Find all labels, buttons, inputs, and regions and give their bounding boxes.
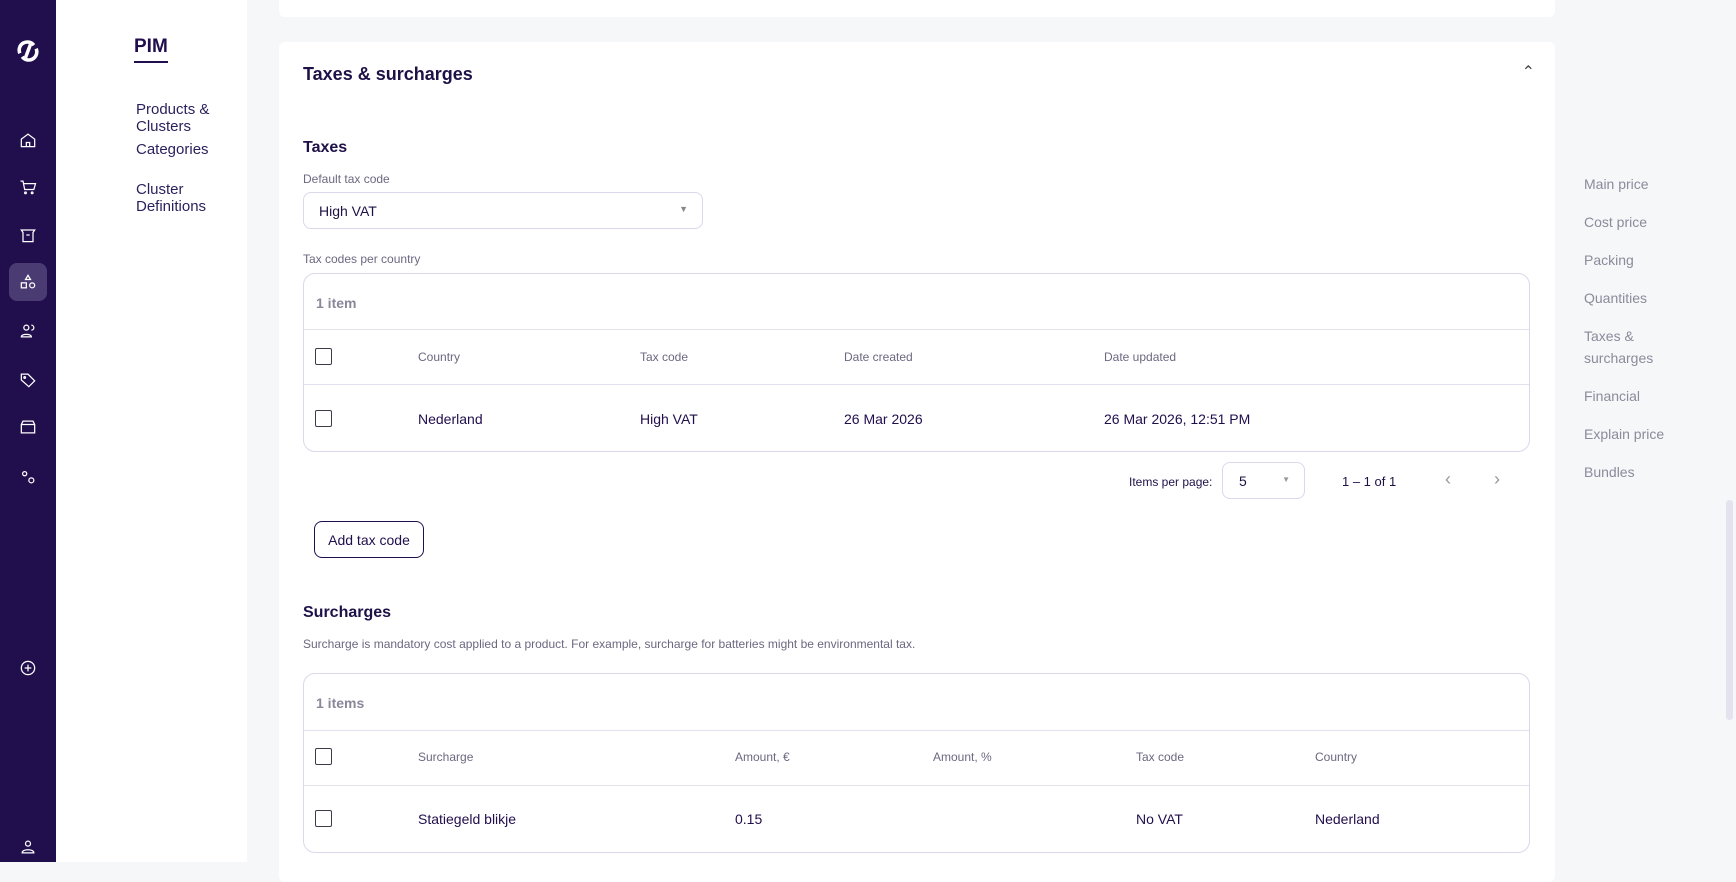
- box-icon[interactable]: [9, 216, 47, 254]
- cell-country: Nederland: [1315, 811, 1380, 827]
- items-per-page-label: Items per page:: [1129, 475, 1213, 489]
- default-tax-code-label: Default tax code: [303, 172, 390, 186]
- subnav-title: PIM: [134, 36, 168, 63]
- scrollbar[interactable]: [1726, 500, 1733, 720]
- nav-explain-price[interactable]: Explain price: [1584, 426, 1664, 442]
- tax-codes-count: 1 item: [316, 295, 357, 311]
- store-icon[interactable]: [9, 408, 47, 446]
- surcharges-count: 1 items: [316, 695, 365, 711]
- cell-amount-eur: 0.15: [735, 811, 763, 827]
- section-title: Taxes & surcharges: [303, 64, 473, 84]
- tax-codes-table: 1 item Country Tax code Date created Dat…: [303, 273, 1530, 452]
- default-tax-code-select[interactable]: High VAT ▼: [303, 192, 703, 229]
- column-header-tax-code[interactable]: Tax code: [640, 350, 688, 364]
- row-checkbox[interactable]: [315, 810, 332, 827]
- tag-icon[interactable]: [9, 361, 47, 399]
- column-header-tax-code[interactable]: Tax code: [1136, 750, 1184, 764]
- column-header-date-updated[interactable]: Date updated: [1104, 350, 1176, 364]
- column-header-surcharge[interactable]: Surcharge: [418, 750, 473, 764]
- nav-taxes-surcharges[interactable]: Taxes &: [1584, 328, 1634, 344]
- items-per-page-select[interactable]: 5 ▼: [1222, 462, 1305, 499]
- nav-cost-price[interactable]: Cost price: [1584, 214, 1647, 230]
- cell-surcharge: Statiegeld blikje: [418, 811, 517, 827]
- cell-date-updated: 26 Mar 2026, 12:51 PM: [1104, 411, 1251, 427]
- collapse-chevron-icon[interactable]: ⌃: [1522, 62, 1535, 82]
- settings-icon[interactable]: [9, 458, 47, 496]
- select-all-checkbox[interactable]: [315, 348, 332, 365]
- column-header-country[interactable]: Country: [418, 350, 460, 364]
- logo-icon[interactable]: [9, 32, 47, 70]
- taxes-heading: Taxes: [303, 139, 348, 156]
- subnav-item-categories[interactable]: Categories: [136, 141, 209, 158]
- select-all-checkbox[interactable]: [315, 748, 332, 765]
- main-rail: [0, 0, 56, 862]
- next-page-icon[interactable]: ›: [1494, 469, 1500, 490]
- tax-codes-per-country-label: Tax codes per country: [303, 252, 421, 266]
- nav-financial[interactable]: Financial: [1584, 388, 1640, 404]
- subnav-item-cluster-definitions[interactable]: Cluster Definitions: [136, 181, 247, 215]
- shapes-icon[interactable]: [9, 263, 47, 301]
- column-header-date-created[interactable]: Date created: [844, 350, 913, 364]
- previous-page-icon[interactable]: ‹: [1445, 469, 1451, 490]
- nav-main-price[interactable]: Main price: [1584, 176, 1649, 192]
- column-header-amount-eur[interactable]: Amount, €: [735, 750, 790, 764]
- cell-country: Nederland: [418, 411, 483, 427]
- nav-taxes-surcharges-line2[interactable]: surcharges: [1584, 350, 1653, 366]
- subnav-item-products-clusters[interactable]: Products & Clusters: [136, 101, 247, 135]
- surcharges-table: 1 items Surcharge Amount, € Amount, % Ta…: [303, 673, 1530, 853]
- taxes-surcharges-card: Taxes & surcharges ⌃ Taxes Default tax c…: [279, 42, 1555, 882]
- add-icon[interactable]: [9, 649, 47, 687]
- users-icon[interactable]: [9, 312, 47, 350]
- home-icon[interactable]: [9, 121, 47, 159]
- nav-bundles[interactable]: Bundles: [1584, 464, 1635, 480]
- column-header-amount-pct[interactable]: Amount, %: [933, 750, 992, 764]
- dropdown-arrow-icon: ▼: [1282, 475, 1290, 484]
- cell-tax-code: No VAT: [1136, 811, 1183, 827]
- user-icon[interactable]: [9, 828, 47, 866]
- items-per-page-value: 5: [1239, 473, 1247, 489]
- add-tax-code-button[interactable]: Add tax code: [314, 521, 424, 558]
- nav-quantities[interactable]: Quantities: [1584, 290, 1647, 306]
- previous-section-card: [279, 0, 1555, 17]
- column-header-country[interactable]: Country: [1315, 750, 1357, 764]
- nav-packing[interactable]: Packing: [1584, 252, 1634, 268]
- pagination-range: 1 – 1 of 1: [1342, 474, 1397, 489]
- cell-date-created: 26 Mar 2026: [844, 411, 923, 427]
- dropdown-arrow-icon: ▼: [679, 204, 688, 214]
- surcharges-heading: Surcharges: [303, 604, 392, 621]
- row-checkbox[interactable]: [315, 410, 332, 427]
- cart-icon[interactable]: [9, 168, 47, 206]
- surcharges-description: Surcharge is mandatory cost applied to a…: [303, 637, 916, 651]
- sub-navigation: PIM Products & Clusters Categories Clust…: [56, 0, 247, 862]
- default-tax-code-value: High VAT: [319, 203, 377, 219]
- cell-tax-code: High VAT: [640, 411, 698, 427]
